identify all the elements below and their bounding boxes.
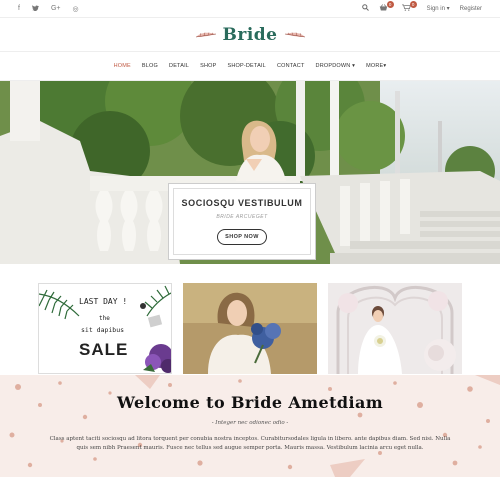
nav-dropdown[interactable]: Dropdown ▾	[316, 63, 356, 69]
google-plus-icon[interactable]: G+	[51, 5, 61, 12]
sale-banner[interactable]: LAST DAY ! the sit dapibus SALE	[38, 283, 172, 374]
nav-home[interactable]: Home	[114, 63, 131, 69]
hero-caption-card: SOCIOSQU VESTIBULUM BRIDE ARCUEGET SHOP …	[168, 183, 316, 260]
right-feather-icon	[284, 31, 305, 37]
twitter-icon[interactable]	[31, 4, 39, 13]
hero-slider[interactable]: SOCIOSQU VESTIBULUM BRIDE ARCUEGET SHOP …	[0, 81, 500, 264]
bride-bouquet-banner[interactable]	[183, 283, 317, 374]
nav-shop-detail[interactable]: Shop-Detail	[227, 63, 265, 69]
promo-line-3: sit dapibus	[81, 326, 125, 334]
promo-sale-text: SALE	[79, 340, 129, 359]
search-icon[interactable]	[361, 4, 369, 13]
nav-contact[interactable]: Contact	[277, 63, 305, 69]
wishlist-count-badge: 0	[386, 1, 394, 8]
promo-line-1: LAST DAY !	[79, 297, 128, 306]
bride-arch-image	[328, 283, 462, 374]
bride-arch-banner[interactable]	[328, 283, 462, 374]
main-nav: Home Blog Detail Shop Shop-Detail Contac…	[0, 51, 500, 81]
top-bar: f G+ ◎ 0 0 Sign in ▾ Register	[0, 0, 500, 18]
left-feather-icon	[195, 31, 216, 37]
nav-shop[interactable]: Shop	[200, 63, 216, 69]
bride-bouquet-image	[183, 283, 317, 374]
register-link[interactable]: Register	[460, 6, 482, 12]
signin-dropdown[interactable]: Sign in ▾	[427, 5, 450, 12]
nav-blog[interactable]: Blog	[142, 63, 158, 69]
welcome-subtitle: - Integer nec odionec odio -	[211, 420, 289, 426]
instagram-icon[interactable]: ◎	[73, 5, 79, 13]
hero-caption-frame	[173, 188, 311, 255]
welcome-title: Welcome to Bride Ametdiam	[116, 393, 384, 412]
promo-line-2: the	[99, 315, 110, 322]
welcome-section: Welcome to Bride Ametdiam - Integer nec …	[0, 375, 500, 477]
wishlist-button[interactable]: 0	[379, 1, 394, 13]
glitter-background	[9, 375, 500, 477]
nav-detail[interactable]: Detail	[169, 63, 189, 69]
logo-text: Bride	[222, 24, 278, 45]
facebook-icon[interactable]: f	[18, 5, 20, 12]
promo-banners: LAST DAY ! the sit dapibus SALE	[0, 264, 500, 375]
social-links: f G+ ◎	[18, 4, 79, 13]
logo[interactable]: Bride	[0, 18, 500, 51]
cart-count-badge: 0	[409, 1, 417, 8]
nav-more[interactable]: More▾	[366, 63, 386, 69]
cart-button[interactable]: 0	[401, 1, 417, 13]
account-area: 0 0 Sign in ▾ Register	[361, 1, 482, 13]
welcome-body: Class aptent taciti sociosqu ad litora t…	[49, 436, 451, 451]
